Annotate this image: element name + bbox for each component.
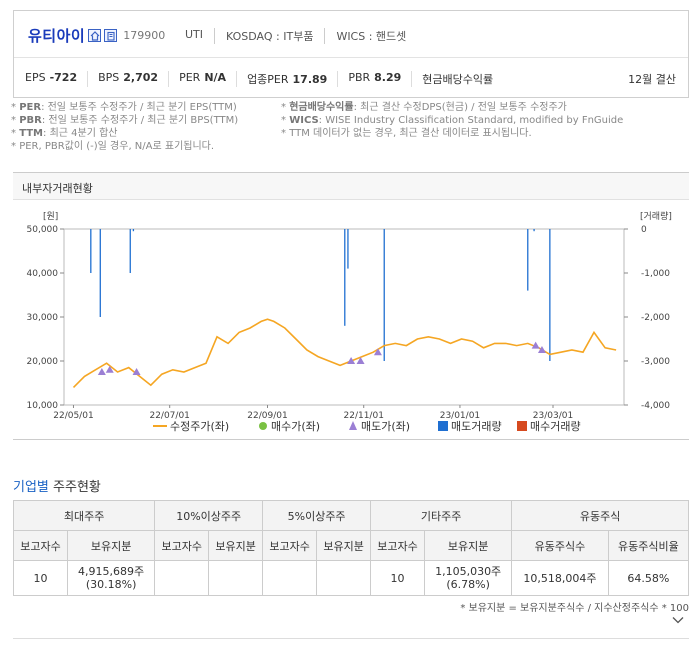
- y-right-tick-label: -3,000: [641, 357, 670, 367]
- note-wics: * WICS: WISE Industry Classification Sta…: [281, 115, 624, 126]
- legend-swatch: [259, 422, 267, 430]
- legend-label: 매도가(좌): [361, 420, 410, 433]
- y-right-tick-label: -2,000: [641, 313, 670, 323]
- subheader: 보유지분: [423, 530, 513, 561]
- metrics-row: EPS -722 BPS 2,702 PER N/A 업종PER 17.89 PBR 8.…: [25, 71, 507, 87]
- insider-trading-chart: 내부자거래현황 [원] [거래량] 50,000 40,000 30,000 20,000…: [13, 172, 689, 440]
- group-other: 기타주주: [370, 500, 513, 531]
- home-icon[interactable]: [88, 29, 102, 42]
- y-right-tick-label: 0: [641, 225, 647, 235]
- note-pbr: * PBR: 전일 보통주 수정주가 / 최근 분기 BPS(TTM): [11, 115, 239, 126]
- chevron-down-icon[interactable]: [671, 613, 685, 627]
- metric-eps: EPS -722: [25, 71, 78, 84]
- table-cell: [208, 560, 264, 596]
- note-per: * PER: 전일 보통주 수정주가 / 최근 분기 EPS(TTM): [11, 102, 237, 113]
- subheader: 보유지분: [316, 530, 372, 561]
- legend-label: 수정주가(좌): [170, 420, 229, 433]
- table-cell: [154, 560, 210, 596]
- building-icon[interactable]: [104, 29, 118, 42]
- plot-area: [63, 228, 625, 406]
- y-left-tick-label: 40,000: [27, 269, 59, 279]
- chart-canvas: [원] [거래량] 50,000 40,000 30,000 20,000 10,000 0 -…: [27, 210, 672, 433]
- subheader: 보고자수: [13, 530, 68, 561]
- table-cell: [316, 560, 372, 596]
- note-ttm: * TTM: 최근 4분기 합산: [11, 128, 118, 139]
- x-tick-label: 22/05/01: [53, 411, 93, 421]
- fiscal-year-end: 12월 결산: [628, 73, 676, 86]
- note-ttm-missing: * TTM 데이터가 없는 경우, 최근 결산 데이터로 표시됩니다.: [281, 128, 532, 139]
- subheader: 보고자수: [262, 530, 318, 561]
- shareholders-table: 최대주주 10%이상주주 5%이상주주 기타주주 유동주식 보고자수 보유지분 …: [12, 500, 690, 596]
- y-left-tick-label: 50,000: [27, 225, 59, 235]
- y-right-tick-label: -4,000: [641, 401, 670, 411]
- legend-swatch: [517, 421, 527, 431]
- table-cell: [262, 560, 318, 596]
- metric-bps: BPS 2,702: [87, 71, 168, 87]
- table-cell: 64.58%: [607, 560, 690, 596]
- stock-code: 179900: [123, 29, 166, 42]
- table-cell: 10: [13, 560, 68, 596]
- section-title-shareholders: 기업별 주주현황: [13, 480, 101, 495]
- note-na: * PER, PBR값이 (-)일 경우, N/A로 표기됩니다.: [11, 141, 215, 152]
- legend-label: 매도거래량: [451, 420, 502, 433]
- ticker: UTI: [185, 28, 204, 41]
- subheader: 유동주식수: [511, 530, 609, 561]
- group-largest: 최대주주: [12, 500, 156, 531]
- left-unit-label: [원]: [43, 211, 58, 222]
- company-name[interactable]: 유티아이: [28, 25, 85, 46]
- note-dividend: * 현금배당수익률: 최근 결산 수정DPS(현금) / 전일 보통주 수정주가: [281, 102, 567, 113]
- footnote: * 보유지분 = 보유지분주식수 / 지수산정주식수 * 100: [460, 603, 689, 614]
- subheader: 보고자수: [370, 530, 425, 561]
- y-right-tick-label: -1,000: [641, 269, 670, 279]
- metric-pbr: PBR 8.29: [337, 71, 411, 87]
- group-10pct: 10%이상주주: [154, 500, 264, 531]
- legend-swatch: [438, 421, 448, 431]
- metric-per: PER N/A: [168, 71, 236, 87]
- subheader: 보고자수: [154, 530, 210, 561]
- metric-sector-per: 업종PER 17.89: [236, 71, 337, 87]
- table-cell: 10,518,004주: [511, 560, 609, 596]
- subheader: 유동주식비율: [607, 530, 690, 561]
- legend-label: 매수가(좌): [271, 420, 320, 433]
- legend-label: 매수거래량: [530, 420, 581, 433]
- group-5pct: 5%이상주주: [262, 500, 372, 531]
- table-cell: 4,915,689주 (30.18%): [66, 560, 156, 596]
- right-unit-label: [거래량]: [640, 210, 672, 222]
- legend-swatch: [349, 421, 357, 430]
- metric-dividend-yield: 현금배당수익률: [411, 71, 507, 87]
- table-cell: 1,105,030주 (6.78%): [423, 560, 513, 596]
- group-float: 유동주식: [511, 500, 689, 531]
- y-left-tick-label: 20,000: [27, 357, 59, 367]
- y-left-tick-label: 10,000: [27, 401, 59, 411]
- subheader: 보유지분: [66, 530, 156, 561]
- company-header: 유티아이 179900 UTI KOSDAQ : IT부품 WICS : 핸드셋…: [13, 10, 689, 98]
- market-sector: KOSDAQ : IT부품: [214, 28, 324, 44]
- wics-sector: WICS : 핸드셋: [324, 28, 417, 44]
- table-row: 10 4,915,689주 (30.18%) 10 1,105,030주 (6.78%) 1…: [13, 560, 690, 596]
- y-left-tick-label: 30,000: [27, 313, 59, 323]
- table-cell: 10: [370, 560, 425, 596]
- subheader: 보유지분: [208, 530, 264, 561]
